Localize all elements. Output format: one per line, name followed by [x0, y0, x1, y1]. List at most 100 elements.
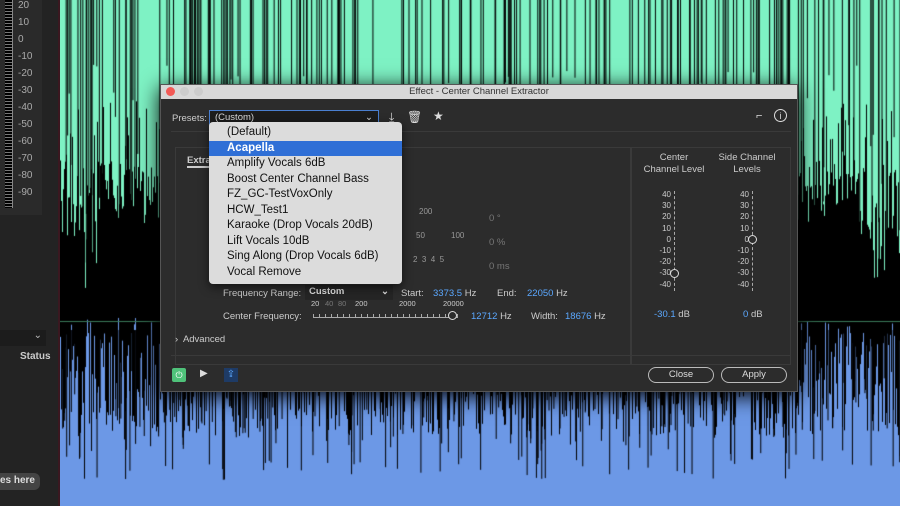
center-level-slider[interactable]: 40 30 20 10 0 -10 -20 -30 -40 [639, 190, 679, 291]
panel-dropdown[interactable]: ⌄ [0, 330, 46, 346]
frequency-tick-label: 20000 [443, 299, 464, 308]
center-level-title: Center Channel Level [643, 152, 705, 175]
scale-label: 2 3 4 5 [413, 255, 445, 264]
level-tick-label: 10 [740, 223, 749, 233]
divider [171, 355, 791, 356]
tab-extraction[interactable]: Extra [187, 155, 211, 168]
meter-ticks [5, 0, 13, 208]
routing-icon[interactable]: ⌐ [756, 110, 762, 122]
scale-label: 200 [419, 207, 433, 216]
dialog-title: Effect - Center Channel Extractor [409, 86, 549, 97]
width-value[interactable]: 18676 [565, 311, 591, 322]
star-icon[interactable]: ★ [433, 109, 444, 123]
center-frequency-value[interactable]: 12712 [471, 311, 497, 322]
side-level-value[interactable]: 0 [743, 309, 748, 320]
preset-option[interactable]: (Default) [209, 125, 402, 141]
frequency-tick-label: 40 [325, 299, 334, 308]
level-tick-label: -40 [737, 279, 749, 289]
zoom-button[interactable] [194, 87, 203, 96]
level-tick-label: 20 [662, 212, 671, 222]
slider-knob[interactable] [670, 269, 679, 278]
level-tick-label: -30 [737, 268, 749, 278]
level-tick-label: -10 [659, 246, 671, 255]
meter-label: -20 [18, 68, 33, 79]
level-tick-label: -10 [737, 246, 749, 255]
status-column-header[interactable]: Status [20, 351, 51, 362]
start-label: Start: [401, 288, 424, 299]
center-frequency-label: Center Frequency: [223, 311, 302, 322]
trash-icon[interactable]: 🗑 [407, 110, 422, 124]
title-bar[interactable]: Effect - Center Channel Extractor [161, 85, 797, 99]
unit: Hz [556, 288, 568, 299]
meter-label: -50 [18, 119, 33, 130]
presets-menu: (Default) Acapella Amplify Vocals 6dB Boost… [209, 122, 402, 284]
unit: Hz [500, 311, 512, 322]
unit: dB [750, 309, 763, 320]
level-tick-label: 20 [740, 212, 749, 222]
level-tick-label: -20 [659, 257, 671, 267]
phase-value: 0 ° [489, 213, 501, 224]
start-value[interactable]: 3373.5 [433, 288, 462, 299]
power-icon[interactable]: ⏻ [172, 368, 186, 382]
level-tick-label: 40 [662, 190, 671, 199]
preset-option[interactable]: Karaoke (Drop Vocals 20dB) [209, 218, 402, 234]
preset-option[interactable]: Amplify Vocals 6dB [209, 156, 402, 172]
level-meter: 20 10 0 -10 -20 -30 -40 -50 -60 -70 -80 -90 [0, 0, 42, 215]
preset-option[interactable]: FZ_GC-TestVoxOnly [209, 187, 402, 203]
preset-option[interactable]: Vocal Remove [209, 265, 402, 281]
advanced-label: Advanced [182, 334, 226, 345]
meter-label: 10 [18, 17, 30, 28]
close-window-button[interactable] [166, 87, 175, 96]
minimize-button[interactable] [180, 87, 189, 96]
frequency-tick-label: 2000 [399, 299, 416, 308]
play-icon[interactable]: ▶ [200, 368, 208, 379]
advanced-toggle[interactable]: › Advanced [175, 334, 225, 345]
meter-label: 20 [18, 0, 30, 11]
left-panel: 20 10 0 -10 -20 -30 -40 -50 -60 -70 -80 -90 ⌄ Statu… [0, 0, 60, 506]
scale-label: 50 [416, 231, 425, 240]
frequency-tick-label: 80 [338, 299, 347, 308]
slider-knob[interactable] [448, 311, 458, 320]
ms-value: 0 ms [489, 261, 510, 272]
percent-value: 0 % [489, 237, 506, 248]
preset-option[interactable]: HCW_Test1 [209, 203, 402, 219]
level-tick-label: 0 [666, 234, 671, 244]
meter-label: -80 [18, 170, 33, 181]
frequency-tick-label: 200 [355, 299, 368, 308]
meter-label: -40 [18, 102, 33, 113]
meter-label: -30 [18, 85, 33, 96]
frequency-tick-label: 20 [311, 299, 320, 308]
meter-label: 0 [18, 34, 24, 45]
level-tick-label: 30 [740, 201, 749, 211]
preset-option[interactable]: Lift Vocals 10dB [209, 234, 402, 250]
preset-option[interactable]: Boost Center Channel Bass [209, 172, 402, 188]
info-icon[interactable]: i [774, 109, 787, 122]
preset-option[interactable]: Acapella [209, 140, 402, 156]
level-tick-label: -40 [659, 279, 671, 289]
center-frequency-slider[interactable]: 20 40 80 200 2000 20000 [311, 299, 464, 325]
unit: dB [678, 309, 690, 320]
frequency-range-label: Frequency Range: [223, 288, 302, 299]
side-level-title: Side Channel Levels [718, 152, 776, 175]
level-tick-label: 30 [662, 201, 671, 211]
loop-export-icon[interactable]: ⇪ [224, 368, 238, 382]
slider-track [313, 314, 458, 318]
side-level-slider[interactable]: 40 30 20 10 0 -10 -20 -30 -40 [717, 190, 757, 291]
meter-label: -60 [18, 136, 33, 147]
preset-option[interactable]: Sing Along (Drop Vocals 6dB) [209, 249, 402, 265]
presets-label: Presets: [172, 113, 207, 124]
slider-knob[interactable] [748, 235, 757, 245]
frequency-range-dropdown[interactable]: Custom ⌄ [305, 285, 393, 300]
meter-label: -10 [18, 51, 33, 62]
apply-button[interactable]: Apply [721, 367, 787, 383]
effect-dialog: Effect - Center Channel Extractor Preset… [160, 84, 798, 392]
end-label: End: [497, 288, 517, 299]
drop-files-hint: les here [0, 473, 40, 490]
center-level-value[interactable]: -30.1 [654, 309, 676, 320]
frequency-range-value: Custom [309, 286, 345, 297]
level-tick-label: 40 [740, 190, 749, 199]
close-button[interactable]: Close [648, 367, 714, 383]
meter-label: -90 [18, 187, 33, 198]
level-tick-label: 10 [662, 223, 671, 233]
end-value[interactable]: 22050 [527, 288, 553, 299]
